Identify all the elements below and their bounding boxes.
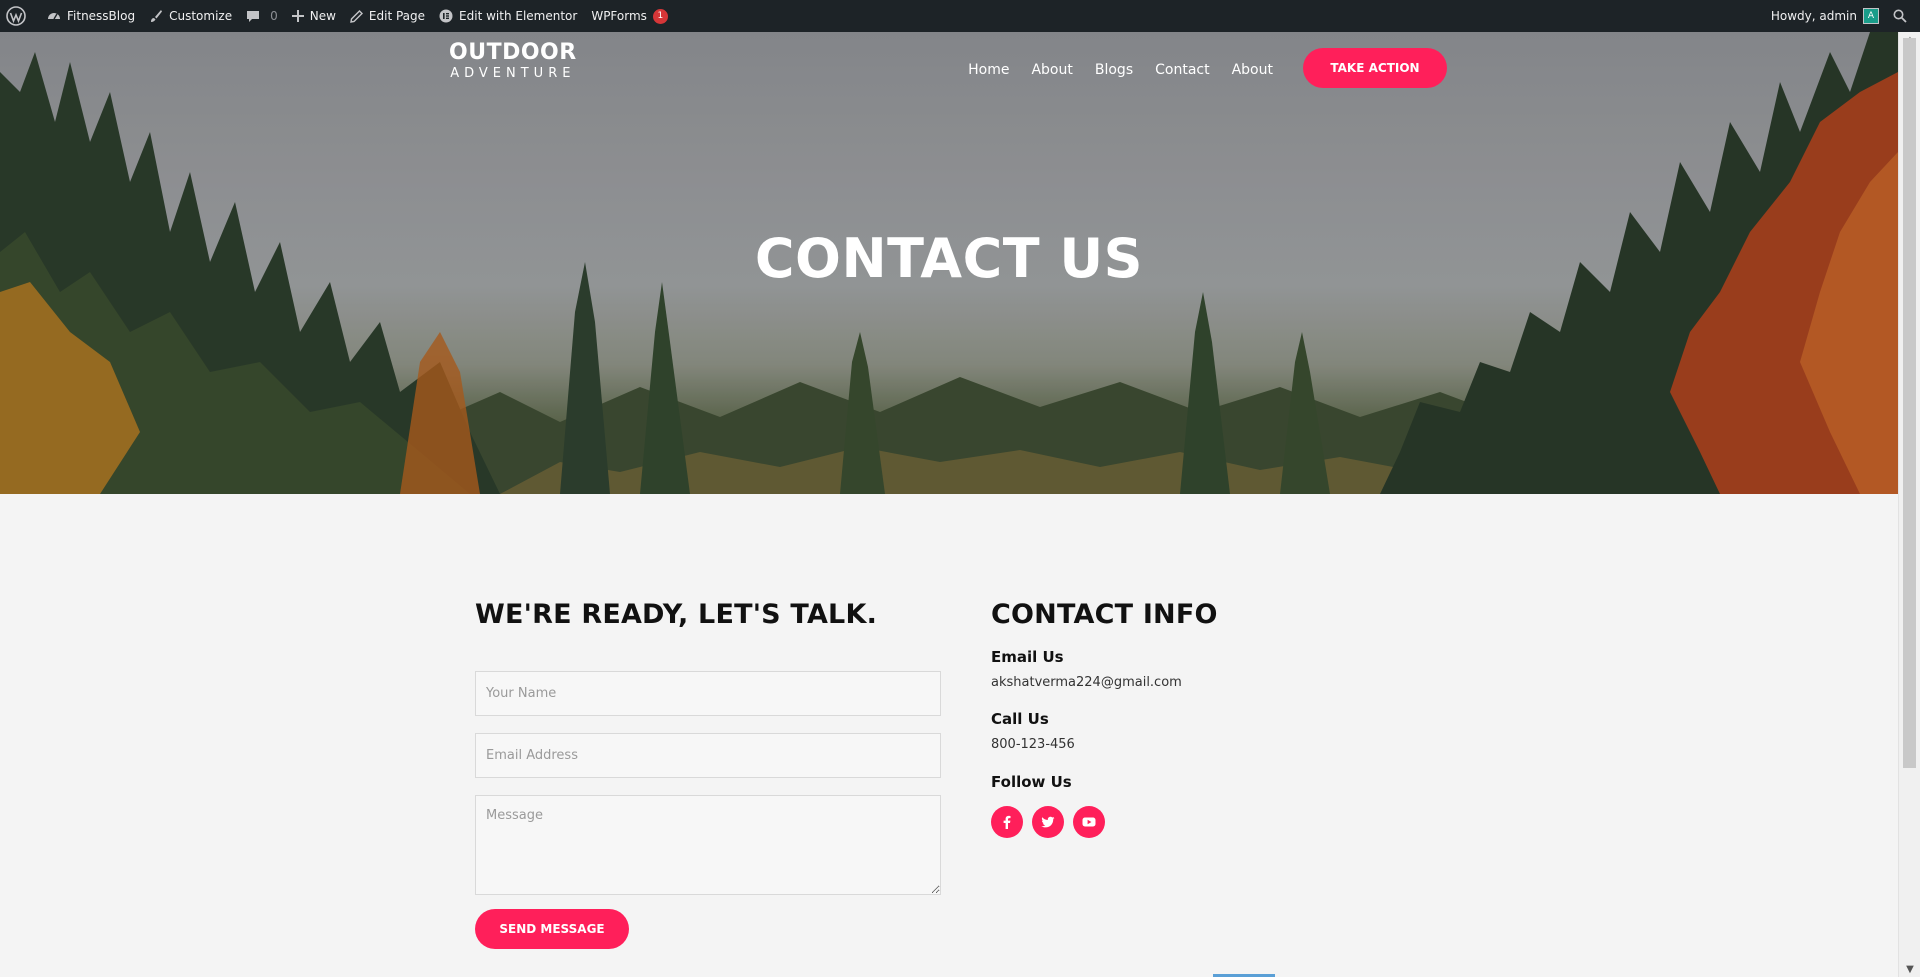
dashboard-icon (48, 13, 60, 20)
main-navigation: Home About Blogs Contact About TAKE ACTI… (946, 48, 1447, 88)
pencil-icon (350, 9, 363, 23)
social-links (991, 806, 1431, 838)
scroll-down-icon[interactable]: ▼ (1899, 961, 1920, 977)
customize-link[interactable]: Customize (142, 0, 239, 32)
page-title: CONTACT US (754, 227, 1144, 290)
name-input[interactable] (475, 671, 941, 716)
search-icon (1893, 9, 1907, 23)
wpforms-notification-badge: 1 (652, 8, 668, 24)
scrollbar-thumb[interactable] (1903, 38, 1916, 768)
call-label: Call Us (991, 710, 1049, 728)
youtube-link[interactable] (1073, 806, 1105, 838)
form-heading: WE'RE READY, LET'S TALK. (475, 599, 878, 630)
email-value: akshatverma224@gmail.com (991, 675, 1182, 690)
twitter-icon (1041, 816, 1055, 828)
wpforms-label: WPForms (591, 9, 647, 23)
contact-form-column: WE'RE READY, LET'S TALK. SEND MESSAGE (475, 598, 941, 949)
facebook-icon (1003, 815, 1011, 829)
comments-link[interactable]: 0 (239, 0, 285, 32)
nav-about[interactable]: About (1031, 62, 1072, 78)
take-action-button[interactable]: TAKE ACTION (1303, 48, 1447, 88)
edit-elementor-link[interactable]: Edit with Elementor (432, 0, 584, 32)
howdy-label: Howdy, admin (1770, 9, 1857, 23)
plus-icon (291, 10, 304, 22)
edit-elementor-label: Edit with Elementor (459, 9, 578, 23)
site-name-label: FitnessBlog (67, 9, 136, 23)
nav-home[interactable]: Home (968, 62, 1009, 78)
contact-section: WE'RE READY, LET'S TALK. SEND MESSAGE CO… (0, 494, 1898, 977)
comments-count: 0 (270, 9, 278, 23)
logo-line-1: OUTDOOR (449, 40, 577, 65)
contact-info-column: CONTACT INFO Email Us akshatverma224@gma… (991, 598, 1431, 838)
wpforms-link[interactable]: WPForms 1 (584, 0, 675, 32)
contact-info-heading: CONTACT INFO (991, 599, 1218, 630)
edit-page-link[interactable]: Edit Page (343, 0, 432, 32)
comment-icon (247, 11, 260, 22)
facebook-link[interactable] (991, 806, 1023, 838)
email-label: Email Us (991, 648, 1064, 666)
nav-blogs[interactable]: Blogs (1095, 62, 1133, 78)
vertical-scrollbar[interactable]: ▲ ▼ (1898, 32, 1920, 977)
twitter-link[interactable] (1032, 806, 1064, 838)
contact-form: SEND MESSAGE (475, 671, 941, 949)
hero-banner: OUTDOOR ADVENTURE Home About Blogs Conta… (0, 32, 1898, 494)
site-logo[interactable]: OUTDOOR ADVENTURE (449, 40, 577, 82)
admin-search-button[interactable] (1886, 0, 1920, 32)
elementor-icon (439, 9, 453, 23)
logo-line-2: ADVENTURE (450, 66, 576, 81)
new-label: New (309, 9, 336, 23)
account-menu[interactable]: Howdy, admin A (1764, 0, 1886, 32)
follow-label: Follow Us (991, 773, 1072, 791)
wordpress-logo-icon[interactable] (0, 0, 40, 32)
new-content-link[interactable]: New (285, 0, 343, 32)
edit-page-label: Edit Page (368, 9, 426, 23)
avatar: A (1863, 8, 1879, 24)
nav-contact[interactable]: Contact (1155, 62, 1209, 78)
brush-icon (151, 10, 163, 22)
site-name-link[interactable]: FitnessBlog (40, 0, 142, 32)
customize-label: Customize (169, 9, 233, 23)
send-message-button[interactable]: SEND MESSAGE (475, 909, 629, 949)
message-textarea[interactable] (475, 795, 941, 895)
email-input[interactable] (475, 733, 941, 778)
phone-value: 800-123-456 (991, 737, 1075, 752)
nav-about-2[interactable]: About (1232, 62, 1273, 78)
youtube-icon (1082, 817, 1096, 827)
admin-bar: FitnessBlog Customize 0 New Edit Page Ed… (0, 0, 1920, 32)
